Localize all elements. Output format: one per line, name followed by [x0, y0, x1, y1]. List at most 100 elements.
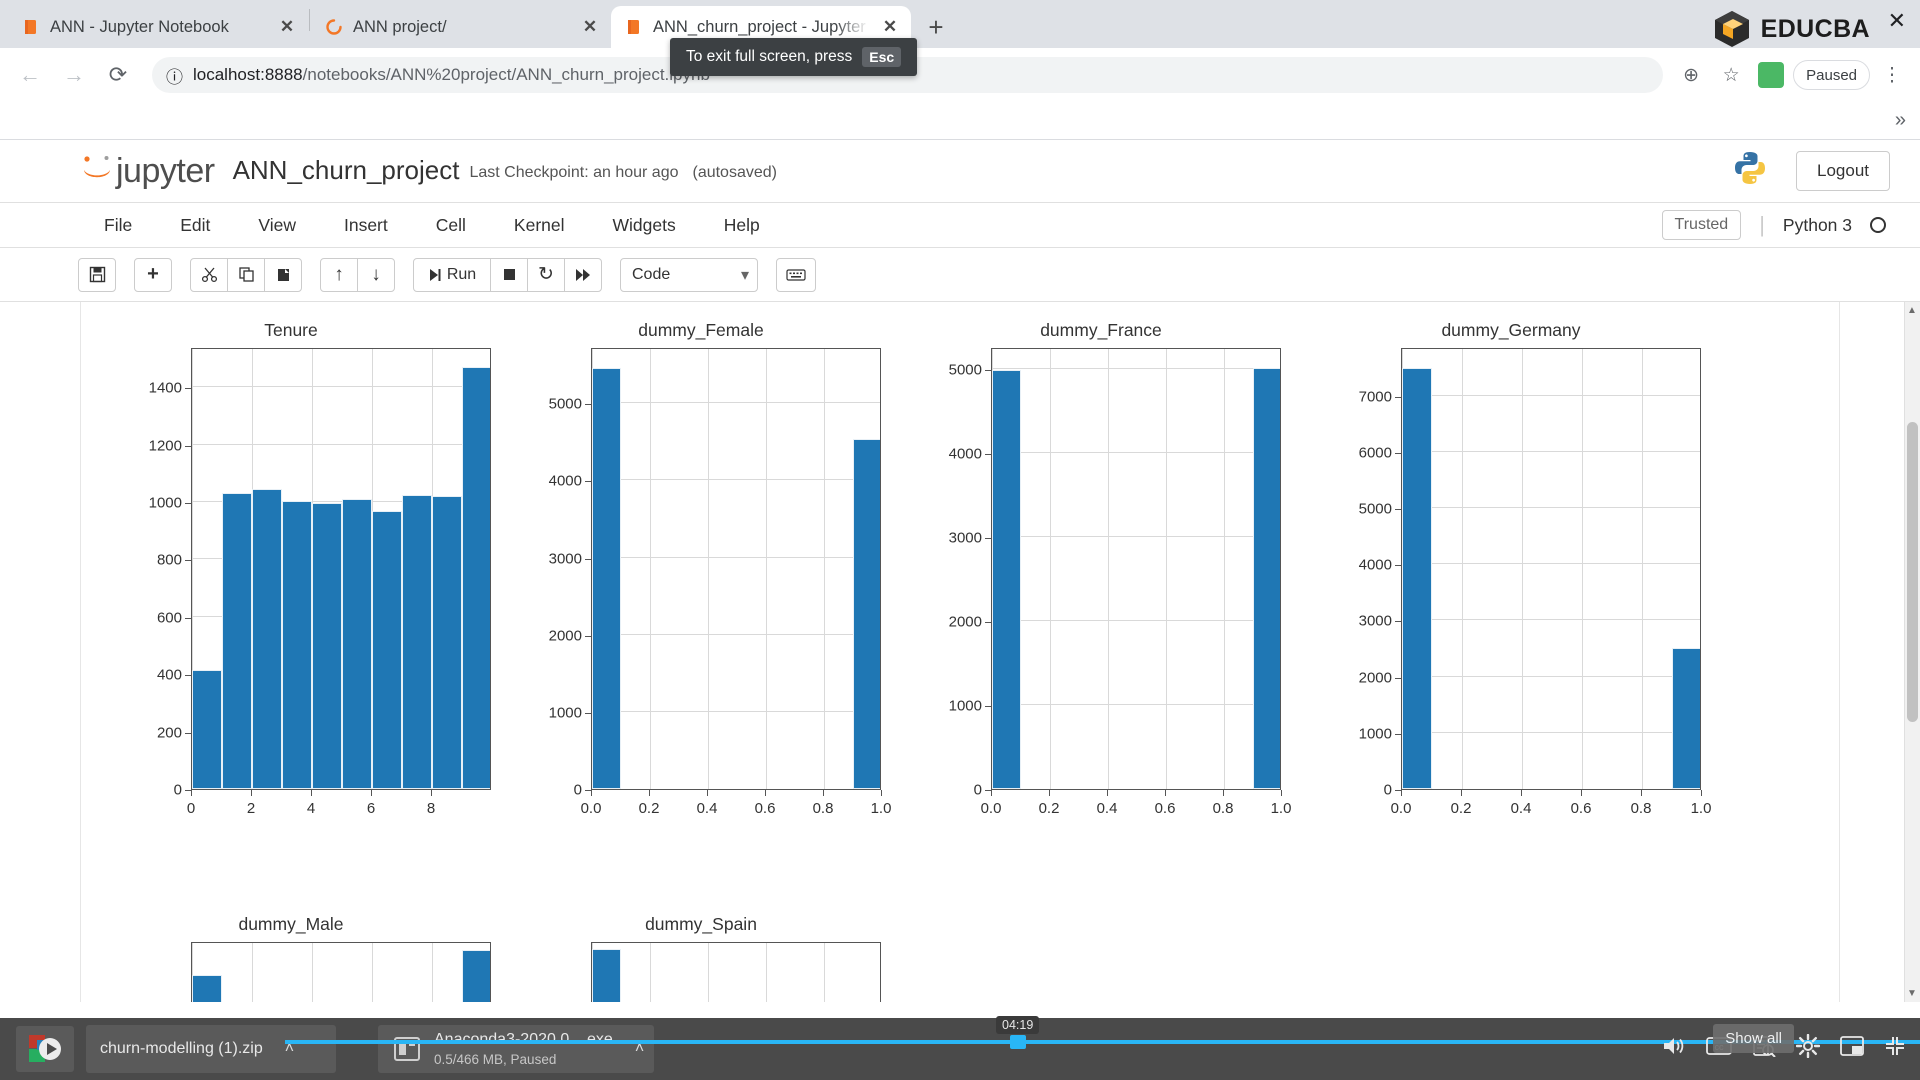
logout-button[interactable]: Logout	[1796, 151, 1890, 191]
y-axis-tick-mark	[1395, 453, 1401, 454]
y-axis-tick-label: 800	[130, 552, 182, 569]
gridline	[1522, 349, 1523, 789]
gridline	[824, 349, 825, 789]
menu-bar-right: Trusted | Python 3	[1662, 210, 1920, 240]
menu-item-insert[interactable]: Insert	[320, 203, 412, 247]
restart-and-run-all-button[interactable]	[564, 258, 602, 292]
y-axis-tick-mark	[985, 538, 991, 539]
autosaved-label: (autosaved)	[692, 164, 777, 182]
y-axis-tick-label: 4000	[1340, 557, 1392, 574]
copy-cell-button[interactable]	[227, 258, 265, 292]
gridline	[192, 444, 490, 445]
scrollbar-thumb[interactable]	[1907, 422, 1918, 722]
menu-item-widgets[interactable]: Widgets	[589, 203, 700, 247]
histogram-bar	[342, 499, 372, 789]
browser-tab-2[interactable]: ANN project/ ✕	[311, 6, 611, 48]
x-axis-tick-mark	[311, 790, 312, 796]
y-axis-tick-mark	[1395, 565, 1401, 566]
plot-axes	[591, 942, 881, 1002]
x-axis-tick-mark	[823, 790, 824, 796]
menu-item-edit[interactable]: Edit	[156, 203, 234, 247]
x-axis-tick-mark	[1581, 790, 1582, 796]
gridline	[1402, 676, 1700, 677]
gridline	[592, 402, 880, 403]
gridline	[1642, 349, 1643, 789]
command-palette-button[interactable]	[776, 258, 816, 292]
histogram-bar	[372, 511, 402, 789]
menu-item-cell[interactable]: Cell	[412, 203, 490, 247]
toolbar-group-palette	[776, 258, 816, 292]
chrome-menu-icon[interactable]: ⋮	[1874, 57, 1910, 93]
bookmark-star-icon[interactable]: ☆	[1713, 57, 1749, 93]
browser-tab-1[interactable]: ANN - Jupyter Notebook ✕	[8, 6, 308, 48]
download-item-1[interactable]: churn-modelling (1).zip ˄	[86, 1025, 336, 1073]
cell-type-value: Code	[632, 266, 670, 284]
window-close-icon[interactable]: ✕	[1888, 8, 1906, 34]
gridline	[1402, 563, 1700, 564]
run-cell-button[interactable]: Run	[413, 258, 491, 292]
x-axis-tick-mark	[1521, 790, 1522, 796]
paste-cell-button[interactable]	[264, 258, 302, 292]
reload-button[interactable]: ⟳	[98, 55, 138, 95]
extensions-icon[interactable]	[1753, 57, 1789, 93]
move-cell-down-button[interactable]: ↓	[357, 258, 395, 292]
picture-in-picture-icon[interactable]	[1840, 1036, 1864, 1062]
y-axis-tick-label: 4000	[930, 446, 982, 463]
x-axis-tick-label: 0.0	[581, 800, 602, 817]
y-axis-tick-mark	[185, 733, 191, 734]
gridline	[1402, 395, 1700, 396]
move-cell-up-button[interactable]: ↑	[320, 258, 358, 292]
save-button[interactable]	[78, 258, 116, 292]
y-axis-tick-mark	[585, 713, 591, 714]
menu-item-help[interactable]: Help	[700, 203, 784, 247]
new-tab-button[interactable]: +	[919, 10, 953, 44]
forward-button[interactable]: →	[54, 55, 94, 95]
y-axis-tick-label: 3000	[930, 530, 982, 547]
y-axis-tick-mark	[1395, 621, 1401, 622]
jupyter-logo[interactable]: jupyter	[80, 150, 215, 191]
progress-knob[interactable]	[1010, 1035, 1026, 1049]
bookmarks-overflow-icon[interactable]: »	[1895, 109, 1906, 132]
insert-cell-below-button[interactable]: +	[134, 258, 172, 292]
download-item-2[interactable]: Anaconda3-2020.0....exe 0.5/466 MB, Paus…	[378, 1025, 654, 1073]
y-axis-tick-label: 1400	[130, 380, 182, 397]
browser-tab-2-close-icon[interactable]: ✕	[579, 16, 601, 38]
exe-file-icon	[392, 1034, 422, 1064]
menu-item-file[interactable]: File	[80, 203, 156, 247]
y-axis-tick-label: 4000	[530, 473, 582, 490]
y-axis-tick-label: 1000	[530, 704, 582, 721]
volume-icon[interactable]	[1662, 1036, 1686, 1062]
browser-window: ANN - Jupyter Notebook ✕ ANN project/ ✕ …	[0, 0, 1920, 1080]
toolbar-group-edit	[190, 258, 302, 292]
settings-gear-icon[interactable]	[1796, 1034, 1820, 1064]
cell-type-select[interactable]: Code ▾	[620, 258, 758, 292]
x-axis-tick-label: 1.0	[1691, 800, 1712, 817]
plot-axes	[591, 348, 881, 790]
page-scrollbar[interactable]: ▲ ▼	[1904, 302, 1920, 1002]
interrupt-kernel-button[interactable]	[490, 258, 528, 292]
gridline	[992, 704, 1280, 705]
media-player-icon[interactable]	[16, 1026, 74, 1072]
figure-canvas: Tenure020040060080010001200140002468 dum…	[80, 302, 1840, 1002]
gridline	[1402, 732, 1700, 733]
back-button[interactable]: ←	[10, 55, 50, 95]
x-axis-tick-label: 0.2	[1039, 800, 1060, 817]
exit-fullscreen-icon[interactable]	[1884, 1035, 1906, 1063]
restart-kernel-button[interactable]: ↻	[527, 258, 565, 292]
profile-status-badge[interactable]: Paused	[1793, 60, 1870, 90]
jupyter-menu-bar: File Edit View Insert Cell Kernel Widget…	[0, 202, 1920, 248]
url-path: /notebooks/ANN%20project/ANN_churn_proje…	[303, 65, 710, 84]
menu-item-kernel[interactable]: Kernel	[490, 203, 589, 247]
notebook-name[interactable]: ANN_churn_project	[233, 155, 460, 186]
site-info-icon[interactable]: ⓘ	[166, 63, 183, 88]
scroll-down-arrow-icon[interactable]: ▼	[1904, 985, 1920, 1002]
y-axis-tick-label: 7000	[1340, 388, 1392, 405]
cut-cell-button[interactable]	[190, 258, 228, 292]
gridline	[1402, 507, 1700, 508]
browser-tab-3-close-icon[interactable]: ✕	[879, 16, 901, 38]
browser-tab-1-close-icon[interactable]: ✕	[276, 16, 298, 38]
scroll-up-arrow-icon[interactable]: ▲	[1904, 302, 1920, 319]
zoom-icon[interactable]: ⊕	[1673, 57, 1709, 93]
menu-item-view[interactable]: View	[234, 203, 320, 247]
gridline	[192, 386, 490, 387]
